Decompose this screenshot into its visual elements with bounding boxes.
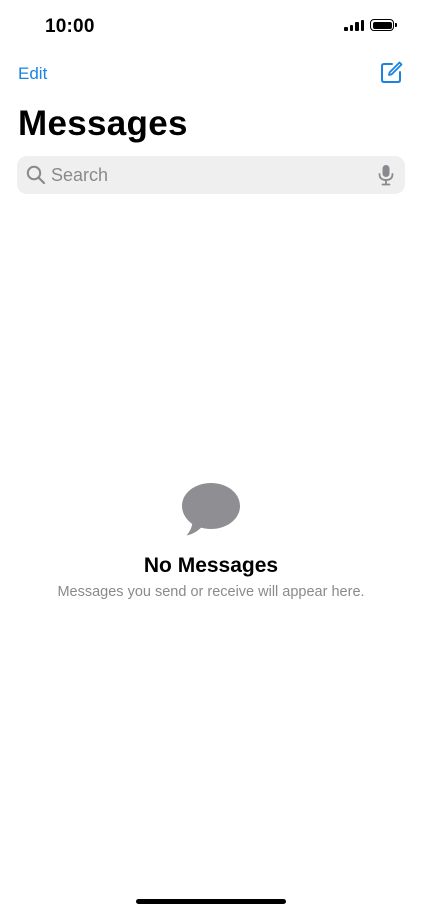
magnifying-glass-icon: [26, 165, 46, 185]
edit-button[interactable]: Edit: [18, 64, 47, 84]
battery-icon: [370, 19, 397, 31]
compose-button[interactable]: [378, 60, 404, 86]
microphone-icon[interactable]: [377, 164, 395, 186]
page-title: Messages: [18, 104, 188, 143]
compose-icon: [381, 61, 403, 83]
battery-level-fill: [372, 21, 392, 29]
empty-state: No Messages Messages you send or receive…: [0, 480, 422, 600]
empty-state-title: No Messages: [143, 554, 279, 577]
navigation-bar: Edit: [0, 58, 422, 92]
search-bar[interactable]: [17, 156, 405, 194]
home-indicator[interactable]: [136, 899, 286, 904]
speech-bubble-icon: [182, 483, 240, 536]
search-input[interactable]: [51, 160, 377, 190]
status-time: 10:00: [45, 16, 95, 37]
status-icons: [344, 19, 397, 31]
empty-state-subtitle: Messages you send or receive will appear…: [57, 584, 365, 600]
cellular-signal-icon: [344, 19, 364, 31]
status-bar: 10:00: [0, 0, 422, 54]
